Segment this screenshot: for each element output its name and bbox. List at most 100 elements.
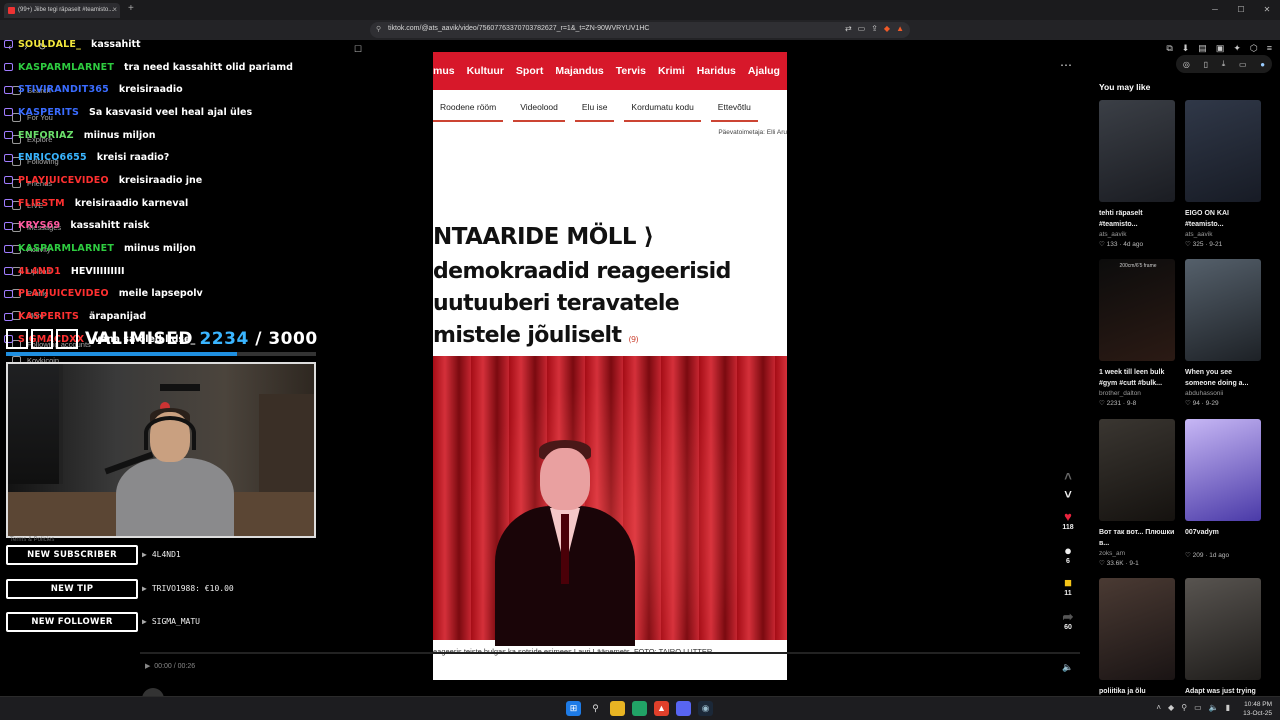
sidebar-icon[interactable]: ▤ xyxy=(1198,43,1207,54)
like-button[interactable]: ♥ 118 xyxy=(1058,510,1078,532)
recommended-video-card[interactable]: When you see someone doing a... abduhasso… xyxy=(1185,259,1261,407)
video-thumbnail[interactable] xyxy=(1185,259,1261,361)
vpn-icon[interactable]: ⬡ xyxy=(1250,43,1258,54)
close-window-icon[interactable]: ✕ xyxy=(1254,0,1280,20)
recommended-video-card[interactable]: tehti räpaselt #teamisto... ats_aavik ♡ 13… xyxy=(1099,100,1175,248)
tray-app-icon[interactable]: ◆ xyxy=(1168,703,1174,712)
video-thumbnail[interactable] xyxy=(1185,419,1261,521)
article-nav-item: Haridus xyxy=(696,65,736,77)
profile-avatar-icon[interactable]: ● xyxy=(1260,60,1265,69)
bookmark-icon[interactable]: ☐ xyxy=(354,44,362,55)
scroll-up-icon[interactable]: ˄ xyxy=(1058,470,1078,484)
brave-shield-icon[interactable]: ◆ xyxy=(884,24,890,33)
menu-icon[interactable]: ≡ xyxy=(1267,43,1272,54)
new-tab-icon[interactable]: + xyxy=(128,3,134,14)
article-photo xyxy=(433,356,787,646)
scroll-down-icon[interactable]: ˅ xyxy=(1058,488,1078,502)
coin-icon[interactable]: ◎ xyxy=(1183,60,1190,69)
video-thumbnail[interactable] xyxy=(1185,100,1261,202)
battery-icon[interactable]: ▮ xyxy=(1226,703,1230,712)
recommended-video-card[interactable]: 1 week till leen bulk #gym #cutt #bulk..… xyxy=(1099,259,1175,407)
chat-badge-icon xyxy=(4,312,13,321)
terms-link[interactable]: Terms & Policies xyxy=(10,537,54,543)
like-count: 118 xyxy=(1062,524,1074,531)
article-nav-item: Krimi xyxy=(657,65,685,77)
save-button[interactable]: ■ 11 xyxy=(1058,576,1078,598)
chat-text: kreisiraadio xyxy=(118,84,183,96)
network-icon[interactable]: ▭ xyxy=(1194,703,1202,712)
chat-text: HEVIIIIIIIII xyxy=(70,265,125,277)
alert-label: NEW FOLLOWER xyxy=(6,612,138,632)
browser-tab[interactable]: (99+) Jiibe tegi räpaselt #teamisto... × xyxy=(4,3,120,18)
article-subnav-item: Roodene rööm xyxy=(433,98,504,122)
video-progress-track[interactable] xyxy=(140,652,1080,654)
chat-username: KASPERITS xyxy=(18,106,79,118)
cast-icon[interactable]: ▭ xyxy=(858,24,866,33)
app-icon[interactable] xyxy=(632,701,647,716)
video-thumbnail[interactable] xyxy=(1099,419,1175,521)
tab-close-icon[interactable]: × xyxy=(112,5,117,14)
chat-text: Sa kasvasid veel heal ajal üles xyxy=(88,106,253,118)
tab-title: (99+) Jiibe tegi räpaselt #teamisto... xyxy=(18,7,114,13)
article-nav-bar: mus Kultuur Sport Majandus Tervis Krimi Haridu… xyxy=(433,52,787,90)
tray-chevron-icon[interactable]: ˄ xyxy=(1156,703,1161,712)
maximize-icon[interactable]: ☐ xyxy=(1228,0,1254,20)
chat-text: miinus miljon xyxy=(124,243,196,255)
recommended-video-card[interactable]: Вот так вот... Плюшки в... zoks_am ♡ 33.6K… xyxy=(1099,419,1175,567)
windows-start-icon[interactable]: ⊞ xyxy=(566,701,581,716)
video-player[interactable]: mus Kultuur Sport Majandus Tervis Krimi Haridu… xyxy=(433,52,787,680)
recommended-video-card[interactable]: 007vadym ♡ 209 · 1d ago xyxy=(1185,419,1261,559)
share-icon[interactable]: ⇪ xyxy=(871,24,878,33)
video-thumbnail[interactable] xyxy=(1099,100,1175,202)
video-thumbnail[interactable] xyxy=(1185,578,1261,680)
headline-line-1: demokraadid reageerisid xyxy=(433,259,731,284)
discord-icon[interactable] xyxy=(676,701,691,716)
comment-count: (9) xyxy=(628,335,639,344)
extensions-icon[interactable]: ⧉ xyxy=(1166,43,1172,54)
url-field[interactable]: ⚲ tiktok.com/@ats_aavik/video/7560776337… xyxy=(370,22,910,38)
share-button[interactable]: ➦ 60 xyxy=(1058,610,1078,632)
steam-icon[interactable]: ◉ xyxy=(698,701,713,716)
card-title: tehti räpaselt #teamisto... xyxy=(1099,210,1143,228)
recommended-video-card[interactable]: EIGO ON KAI #teamisto... ats_aavik ♡ 325 ·… xyxy=(1185,100,1261,248)
chat-message: ENRICO6655 kreisi raadio? xyxy=(4,146,324,169)
inbox-icon[interactable]: ▭ xyxy=(1239,60,1247,69)
card-title: EIGO ON KAI #teamisto... xyxy=(1185,210,1229,228)
rewards-icon[interactable]: ▲ xyxy=(896,24,904,33)
recommended-video-card[interactable]: poliitika ja õlu xyxy=(1099,578,1175,708)
card-meta: ♡ 325 · 9-21 xyxy=(1185,241,1223,248)
microphone-tray-icon[interactable]: ⚲ xyxy=(1181,703,1187,712)
video-time: ▶ 00:00 / 00:26 xyxy=(145,662,195,670)
chat-message: PLAYJUICEVIDEO kreisiraadio jne xyxy=(4,169,324,192)
video-thumbnail[interactable] xyxy=(1099,578,1175,680)
you-may-like-title: You may like xyxy=(1099,82,1151,92)
volume-icon[interactable]: 🔈 xyxy=(1062,662,1073,673)
minimize-icon[interactable]: ─ xyxy=(1202,0,1228,20)
wallet-icon[interactable]: ▣ xyxy=(1216,43,1225,54)
article-sub-nav: Roodene rööm Videolood Elu ise Kordumatu ko… xyxy=(433,98,787,122)
leo-icon[interactable]: ✦ xyxy=(1233,43,1241,54)
device-icon[interactable]: ▯ xyxy=(1204,60,1208,69)
chat-text: kreisi raadio? xyxy=(96,152,170,164)
card-author: abduhassonii xyxy=(1185,390,1224,397)
chat-username: ENFORIAZ xyxy=(18,129,74,141)
site-info-icon[interactable]: ⚲ xyxy=(376,25,381,33)
file-explorer-icon[interactable] xyxy=(610,701,625,716)
taskbar-search-icon[interactable]: ⚲ xyxy=(588,701,603,716)
more-options-icon[interactable]: ⋯ xyxy=(1060,58,1072,72)
brave-browser-icon[interactable]: ▲ xyxy=(654,701,669,716)
downloads-icon[interactable]: ⬇ xyxy=(1182,43,1190,54)
play-icon[interactable]: ▶ xyxy=(145,663,150,670)
speaker-icon[interactable]: 🔈 xyxy=(1209,703,1219,712)
translate-icon[interactable]: ⇄ xyxy=(845,24,852,33)
article-rubric: NTAARIDE MÖLL ⟩ xyxy=(433,224,654,250)
recommended-video-card[interactable]: Adapt was just trying xyxy=(1185,578,1261,708)
webcam-feed xyxy=(6,362,316,538)
download-app-icon[interactable]: ⤓ xyxy=(1222,59,1226,69)
wall-sign xyxy=(160,384,200,391)
header-tools: ◎ ▯ ⤓ ▭ ● xyxy=(1176,55,1272,73)
chat-message: KRYS69 kassahitt raisk xyxy=(4,215,324,238)
taskbar-clock[interactable]: 10:48 PM 13-Oct-25 xyxy=(1243,700,1272,718)
comment-button[interactable]: ● 6 xyxy=(1058,544,1078,566)
video-thumbnail[interactable] xyxy=(1099,259,1175,361)
